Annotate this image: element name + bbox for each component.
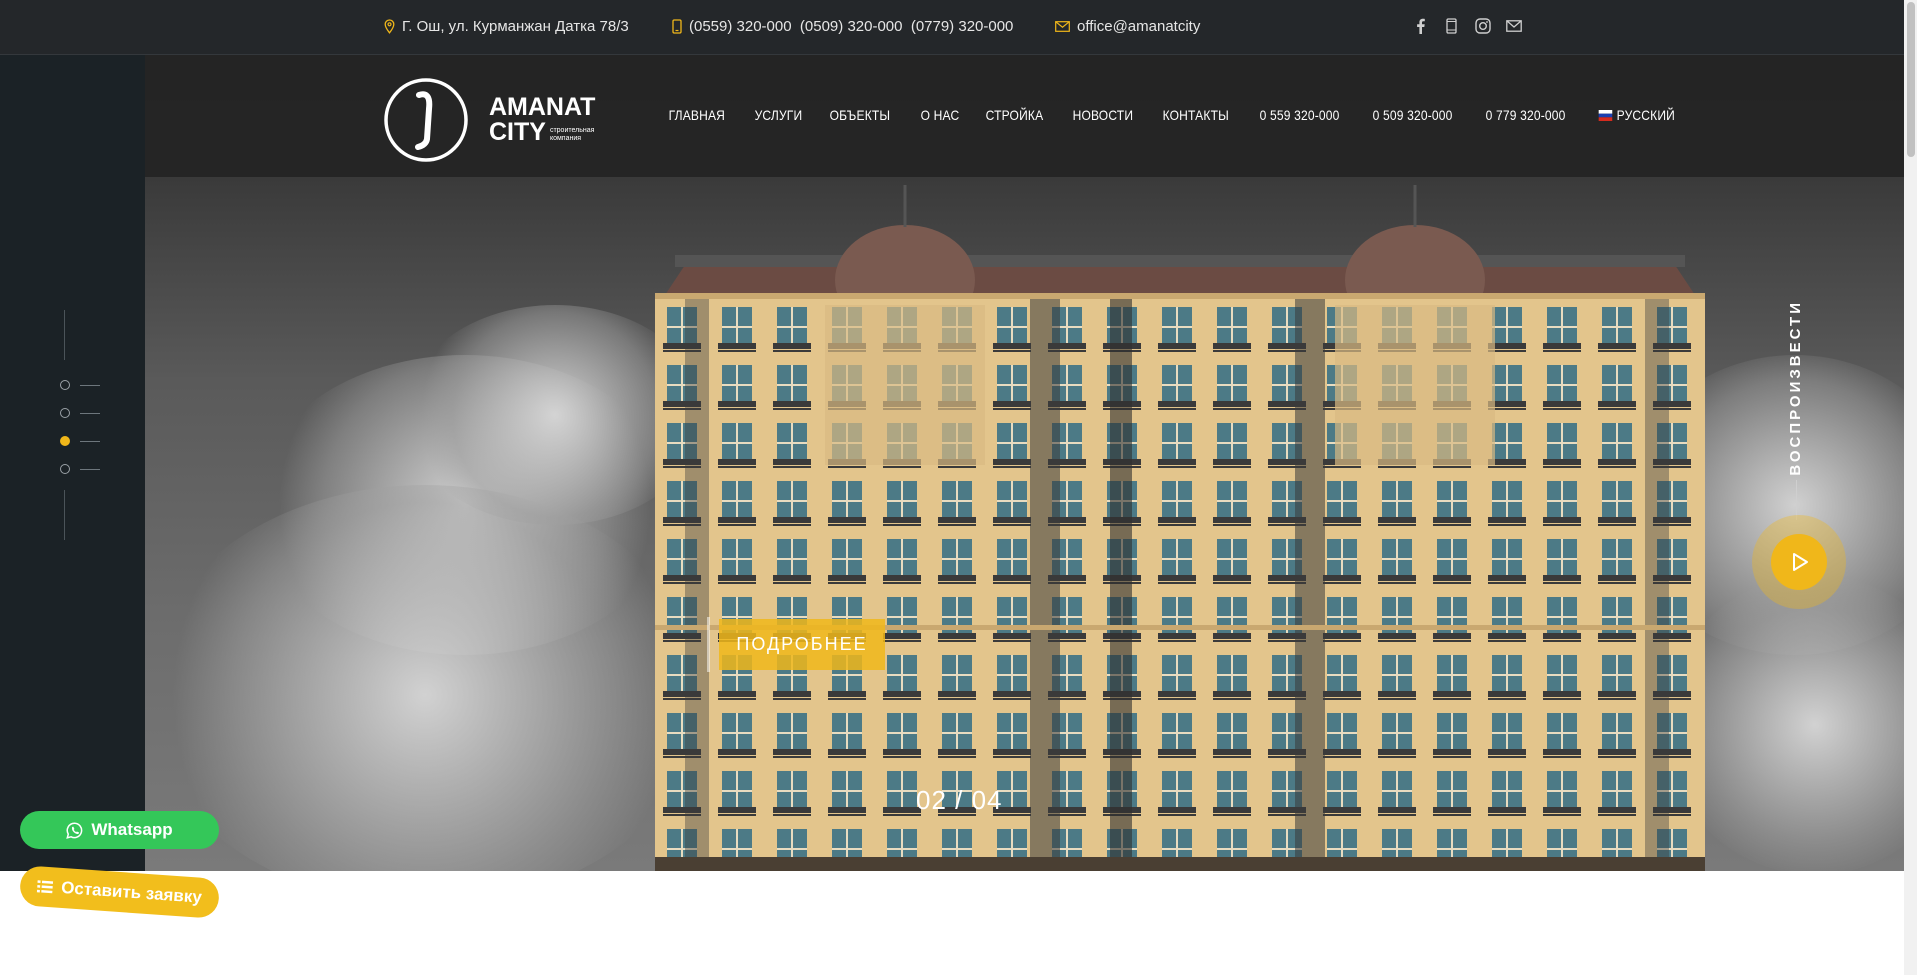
- slide-dash-2: [80, 413, 100, 414]
- nav-item-phone-3[interactable]: 0 779 320-000: [1477, 107, 1574, 123]
- instagram-icon[interactable]: [1474, 17, 1491, 34]
- slide-dot-1[interactable]: [60, 380, 70, 390]
- nav-item-contacts[interactable]: КОНТАКТЫ: [1154, 107, 1238, 123]
- facebook-icon[interactable]: [1412, 17, 1429, 34]
- whatsapp-button[interactable]: Whatsapp: [20, 811, 219, 849]
- leave-request-label: Оставить заявку: [60, 877, 203, 907]
- phones-item: (0559) 320-000 (0509) 320-000 (0779) 320…: [672, 18, 1013, 35]
- leave-request-button[interactable]: Оставить заявку: [18, 865, 221, 919]
- envelope-icon: [1055, 21, 1070, 32]
- nav-item-construction[interactable]: СТРОЙКА: [977, 107, 1052, 123]
- whatsapp-icon: [66, 821, 83, 839]
- slide-dot-3[interactable]: [60, 436, 70, 446]
- nav-item-phone-1[interactable]: 0 559 320-000: [1251, 107, 1348, 123]
- scrollbar-thumb[interactable]: [1907, 2, 1915, 157]
- top-info-bar: Г. Ош, ул. Курманжан Датка 78/3 (0559) 3…: [0, 0, 1904, 55]
- main-nav: ГЛАВНАЯ УСЛУГИ ОБЪЕКТЫ О НАС СТРОЙКА НОВ…: [660, 107, 1699, 123]
- play-button[interactable]: [1752, 515, 1846, 609]
- slider-pagination-rail: [0, 55, 145, 871]
- building-image: [655, 185, 1705, 871]
- logo-line2: CITY: [489, 118, 546, 146]
- whatsapp-label: Whatsapp: [91, 820, 173, 839]
- phone-icon[interactable]: [1443, 17, 1460, 34]
- rail-line-bottom: [64, 490, 65, 540]
- rail-line-top: [64, 310, 65, 360]
- slide-dot-4[interactable]: [60, 464, 70, 474]
- social-links: [1412, 17, 1522, 34]
- language-label: РУССКИЙ: [1616, 107, 1676, 123]
- slide-dot-2[interactable]: [60, 408, 70, 418]
- logo-line1: AMANAT: [489, 93, 596, 121]
- play-label[interactable]: ВОСПРОИЗВЕСТИ: [1787, 300, 1804, 476]
- email-text[interactable]: office@amanatcity: [1077, 18, 1200, 35]
- list-icon: [36, 880, 54, 894]
- mobile-phone-icon: [672, 19, 682, 34]
- location-pin-icon: [384, 19, 395, 34]
- nav-item-news[interactable]: НОВОСТИ: [1064, 107, 1142, 123]
- nav-item-about[interactable]: О НАС: [912, 107, 968, 123]
- play-icon: [1793, 553, 1808, 571]
- nav-item-objects[interactable]: ОБЪЕКТЫ: [821, 107, 899, 123]
- logo-tagline2: компания: [549, 134, 582, 142]
- slide-dash-3: [80, 441, 100, 442]
- play-line: [1796, 480, 1797, 520]
- russia-flag-icon: [1598, 109, 1613, 121]
- address-text: Г. Ош, ул. Курманжан Датка 78/3: [402, 18, 629, 35]
- page-scrollbar[interactable]: [1904, 0, 1917, 975]
- nav-item-phone-2[interactable]: 0 509 320-000: [1364, 107, 1461, 123]
- more-button-label: ПОДРОБНЕЕ: [736, 634, 868, 654]
- phones-text[interactable]: (0559) 320-000 (0509) 320-000 (0779) 320…: [689, 18, 1013, 35]
- language-selector[interactable]: РУССКИЙ: [1590, 107, 1684, 123]
- email-item: office@amanatcity: [1055, 18, 1200, 35]
- slide-dash-1: [80, 385, 100, 386]
- logo-tagline1: строительная: [549, 127, 595, 135]
- more-button-bar: [707, 617, 710, 672]
- more-button[interactable]: ПОДРОБНЕЕ: [707, 617, 885, 672]
- nav-item-services[interactable]: УСЛУГИ: [746, 107, 811, 123]
- logo-text: AMANAT CITY строительная компания: [489, 95, 595, 145]
- nav-item-home[interactable]: ГЛАВНАЯ: [660, 107, 734, 123]
- mail-icon[interactable]: [1505, 17, 1522, 34]
- address-item: Г. Ош, ул. Курманжан Датка 78/3: [384, 18, 629, 35]
- slide-dash-4: [80, 469, 100, 470]
- slide-counter: 02 / 04: [916, 785, 1003, 815]
- hero-slider: AMANAT CITY строительная компания ГЛАВНА…: [145, 55, 1904, 871]
